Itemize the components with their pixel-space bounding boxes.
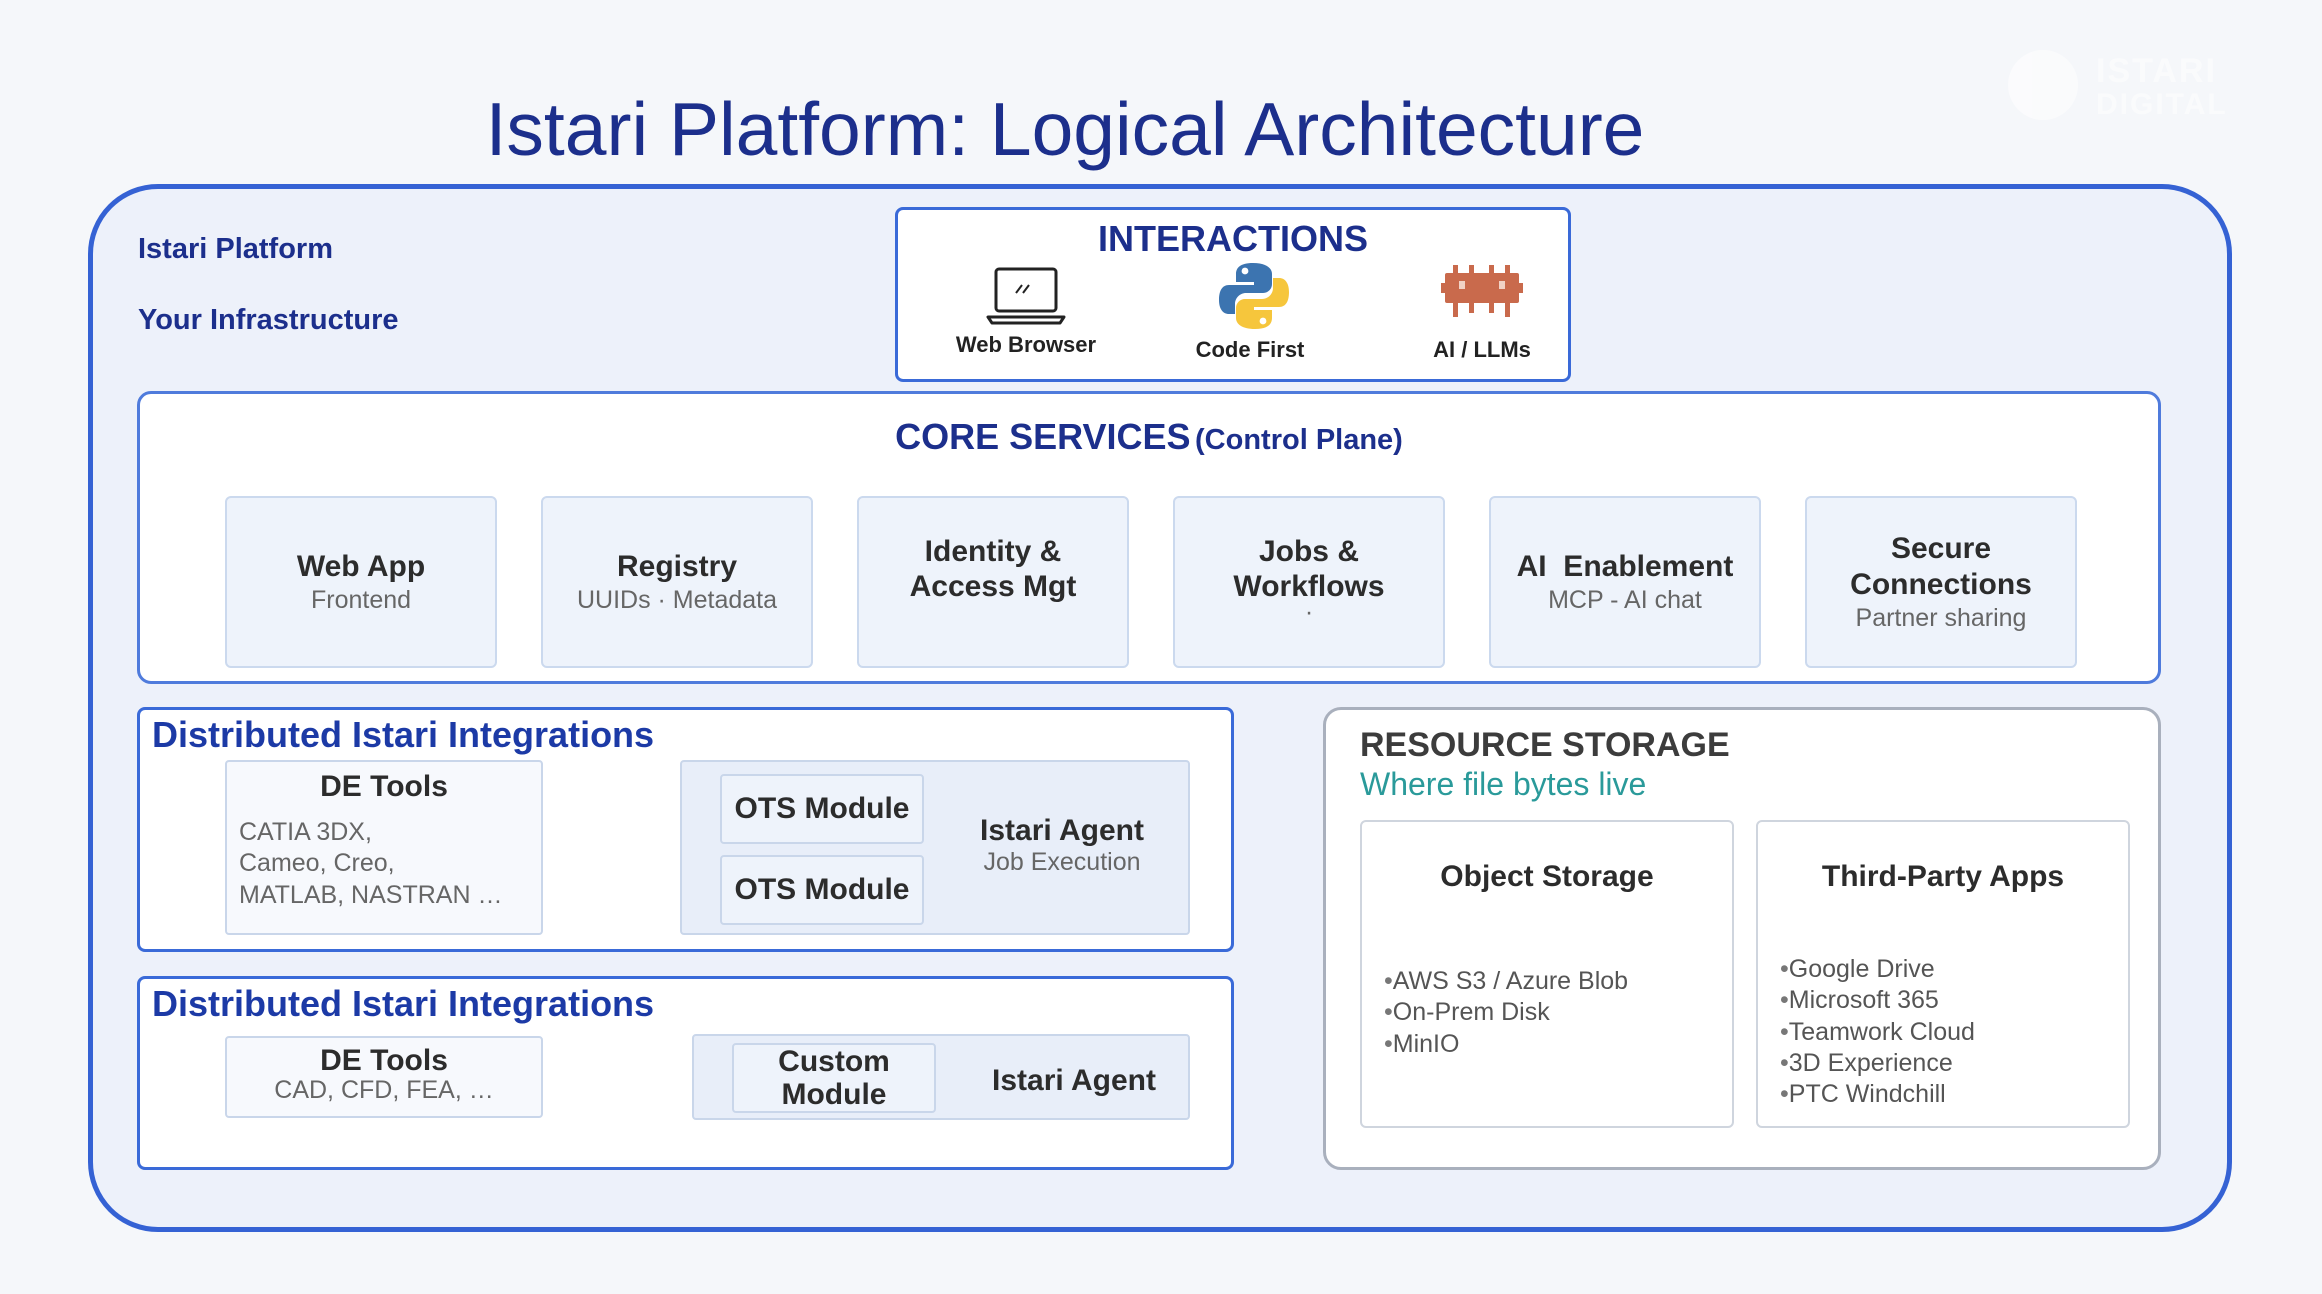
istari-agent-subtitle: Job Execution (983, 848, 1141, 876)
istari-logo: ISTARI DIGITAL (2008, 48, 2238, 128)
custom-module-box: Custom Module (732, 1043, 936, 1113)
distributed-integrations-panel-1: Distributed Istari Integrations DE Tools… (137, 707, 1234, 952)
interactions-title: INTERACTIONS (1098, 218, 1368, 259)
service-ai-enablement: AI Enablement MCP - AI chat (1489, 496, 1761, 668)
interaction-code-first: Code First (1195, 337, 1305, 362)
ots-module-label: OTS Module (734, 792, 910, 825)
de-tools-box: DE Tools CATIA 3DX, Cameo, Creo, MATLAB,… (225, 760, 543, 935)
de-tool-line: MATLAB, NASTRAN … (239, 880, 503, 909)
interactions-panel: INTERACTIONS Web Browser Code First AI /… (895, 207, 1571, 382)
infrastructure-label: Your Infrastructure (138, 304, 399, 336)
list-item: On-Prem Disk (1384, 997, 1628, 1028)
istari-agent-box: Custom Module Istari Agent (692, 1034, 1190, 1120)
service-title: Secure Connections (1850, 532, 2032, 601)
list-item: AWS S3 / Azure Blob (1384, 966, 1628, 997)
core-services-header: CORE SERVICES (Control Plane) (140, 416, 2158, 458)
card-title: Third-Party Apps (1821, 860, 2065, 893)
de-tools-title: DE Tools (320, 770, 448, 803)
logo-line1: ISTARI (2096, 52, 2217, 90)
service-identity-access: Identity & Access Mgt (857, 496, 1129, 668)
list-item: PTC Windchill (1780, 1079, 1975, 1110)
de-tools-list: CATIA 3DX, Cameo, Creo, MATLAB, NASTRAN … (239, 817, 502, 911)
list-item: 3D Experience (1780, 1048, 1975, 1079)
service-title: AI Enablement (1516, 549, 1734, 583)
third-party-apps-card: Third-Party Apps Google Drive Microsoft … (1756, 820, 2130, 1128)
service-web-app: Web App Frontend (225, 496, 497, 668)
service-subtitle: Frontend (310, 586, 412, 615)
card-title: Object Storage (1440, 860, 1654, 893)
service-subtitle: Partner sharing (1855, 603, 2027, 632)
service-title: Registry (616, 549, 738, 583)
platform-label: Istari Platform (138, 233, 333, 265)
istari-agent-title: Istari Agent (980, 814, 1144, 847)
core-services-title: CORE SERVICES (895, 416, 1191, 457)
resource-storage-subtitle: Where file bytes live (1360, 766, 1647, 802)
third-party-apps-list: Google Drive Microsoft 365 Teamwork Clou… (1780, 954, 1975, 1110)
list-item: Teamwork Cloud (1780, 1017, 1975, 1048)
de-tools-title: DE Tools (320, 1044, 448, 1077)
service-title: Identity & Access Mgt (909, 535, 1077, 604)
ots-module-box: OTS Module (720, 855, 924, 925)
list-item: MinIO (1384, 1029, 1628, 1060)
distributed-integrations-title: Distributed Istari Integrations (152, 714, 655, 755)
interaction-web-browser: Web Browser (955, 332, 1097, 357)
istari-agent-text: Istari Agent Job Execution (962, 814, 1162, 877)
service-secure-connections: Secure Connections Partner sharing (1805, 496, 2077, 668)
service-title: Web App (296, 549, 426, 583)
resource-storage-panel: RESOURCE STORAGE Where file bytes live O… (1323, 707, 2161, 1170)
service-subtitle: MCP - AI chat (1548, 586, 1702, 615)
service-registry: Registry UUIDs · Metadata (541, 496, 813, 668)
service-jobs-workflows: Jobs & Workflows · (1173, 496, 1445, 668)
object-storage-list: AWS S3 / Azure Blob On-Prem Disk MinIO (1384, 966, 1628, 1060)
core-services-subtitle: (Control Plane) (1195, 424, 1403, 456)
service-subtitle: · (1304, 598, 1314, 627)
de-tools-box: DE Tools CAD, CFD, FEA, … (225, 1036, 543, 1118)
distributed-integrations-title: Distributed Istari Integrations (152, 983, 655, 1024)
istari-agent-title: Istari Agent (992, 1064, 1156, 1097)
object-storage-card: Object Storage AWS S3 / Azure Blob On-Pr… (1360, 820, 1734, 1128)
de-tool-line: CATIA 3DX, (239, 818, 372, 846)
interaction-ai-llms: AI / LLMs (1433, 337, 1531, 362)
service-subtitle: UUIDs · Metadata (576, 586, 778, 615)
logo-line2: DIGITAL (2096, 88, 2228, 121)
service-title: Jobs & Workflows (1233, 535, 1385, 604)
istari-agent-box: OTS Module OTS Module Istari Agent Job E… (680, 760, 1190, 935)
de-tool-line: Cameo, Creo, (239, 849, 395, 878)
core-services-panel: CORE SERVICES (Control Plane) Web App Fr… (137, 391, 2161, 684)
logo-mark-icon (2008, 50, 2078, 120)
list-item: Microsoft 365 (1780, 985, 1975, 1016)
ots-module-box: OTS Module (720, 774, 924, 844)
chip-icon (1441, 265, 1523, 317)
distributed-integrations-panel-2: Distributed Istari Integrations DE Tools… (137, 976, 1234, 1170)
page-title: Istari Platform: Logical Architecture (485, 87, 1645, 171)
list-item: Google Drive (1780, 954, 1975, 985)
ots-module-label: OTS Module (734, 873, 910, 906)
custom-module-label: Custom Module (778, 1045, 890, 1111)
resource-storage-title: RESOURCE STORAGE (1360, 726, 1730, 764)
python-icon (1219, 263, 1289, 329)
de-tools-subtitle: CAD, CFD, FEA, … (274, 1076, 494, 1104)
laptop-icon (986, 267, 1066, 325)
